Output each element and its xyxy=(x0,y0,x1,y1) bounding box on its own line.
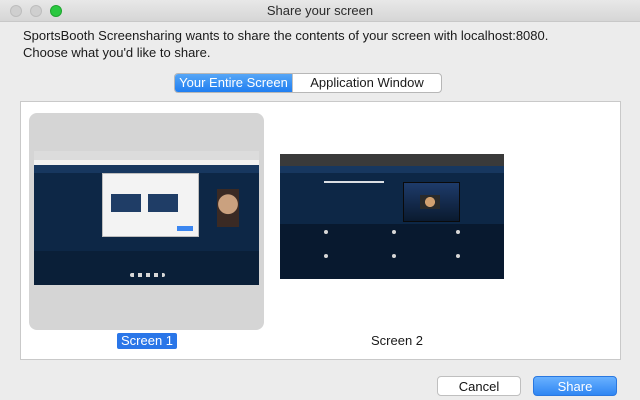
browser-toolbar-dark xyxy=(280,154,504,166)
message-line-2: Choose what you'd like to share. xyxy=(23,45,211,60)
screen-2-label[interactable]: Screen 2 xyxy=(367,333,427,349)
share-message: SportsBooth Screensharing wants to share… xyxy=(23,27,623,61)
social-icons xyxy=(130,273,165,277)
tab-application-window[interactable]: Application Window xyxy=(292,74,441,92)
site-navbar xyxy=(34,165,259,173)
screen-2-thumbnail[interactable] xyxy=(280,154,504,279)
browser-toolbar xyxy=(34,151,259,160)
window-title: Share your screen xyxy=(266,3,374,18)
share-button[interactable]: Share xyxy=(533,376,617,396)
site-navbar xyxy=(280,166,504,173)
webcam-face-preview xyxy=(217,189,239,227)
titlebar: Share your screen xyxy=(0,0,640,22)
screen-1-thumbnail[interactable] xyxy=(34,151,259,285)
feature-icon xyxy=(392,254,396,258)
feature-icon xyxy=(392,230,396,234)
tab-your-entire-screen[interactable]: Your Entire Screen xyxy=(175,74,292,92)
preview-modal-button xyxy=(177,226,193,231)
preview-modal-panel-b xyxy=(148,194,178,212)
feature-icon xyxy=(456,230,460,234)
screen-1-selection[interactable] xyxy=(29,113,264,330)
screen-picker-panel: Screen 1 Screen 2 xyxy=(20,101,621,360)
preview-modal-panel-a xyxy=(111,194,141,212)
feature-icon xyxy=(456,254,460,258)
feature-icon xyxy=(324,230,328,234)
laptop-hero-image xyxy=(403,182,460,222)
share-screen-dialog: Share your screen SportsBooth Screenshar… xyxy=(0,0,640,400)
screen-1-label[interactable]: Screen 1 xyxy=(117,333,178,349)
feature-grid xyxy=(280,224,504,279)
page-footer xyxy=(34,251,259,285)
sportsbooth-logo xyxy=(324,181,384,191)
cancel-button[interactable]: Cancel xyxy=(437,376,521,396)
source-type-tabs: Your Entire Screen Application Window xyxy=(174,73,442,93)
message-line-1: SportsBooth Screensharing wants to share… xyxy=(23,28,549,43)
feature-icon xyxy=(324,254,328,258)
preview-modal xyxy=(102,173,199,237)
